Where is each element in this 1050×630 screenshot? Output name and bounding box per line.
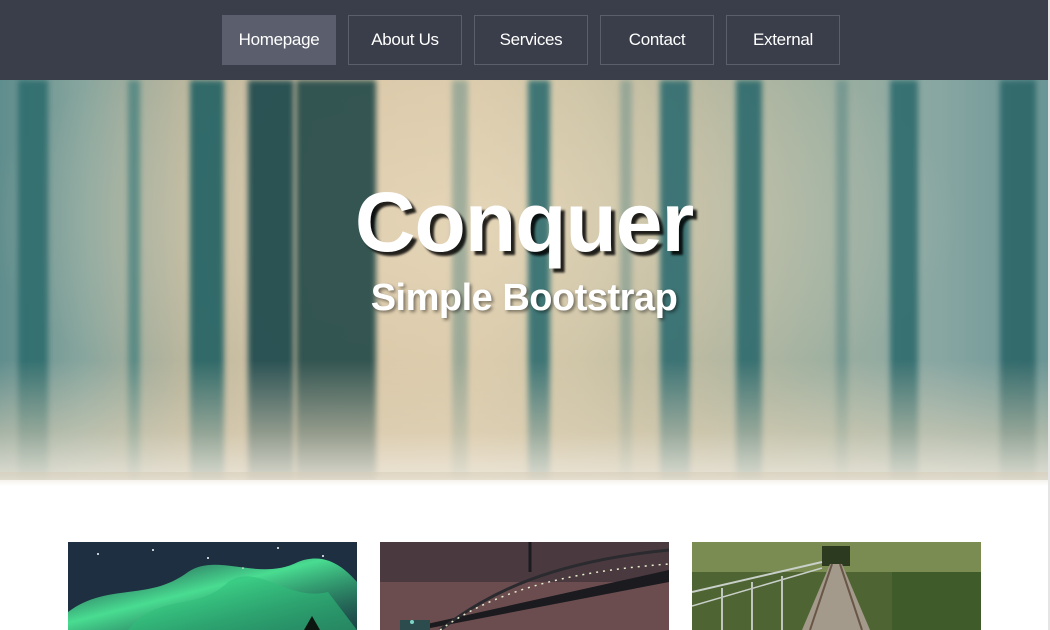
aurora-night-sky-image bbox=[68, 542, 357, 630]
gallery-bridge-image[interactable] bbox=[380, 542, 669, 630]
nav-item-services[interactable]: Services bbox=[474, 15, 588, 65]
hero-fog bbox=[0, 360, 1048, 480]
top-navbar: Homepage About Us Services Contact Exter… bbox=[0, 0, 1048, 80]
nav-item-external[interactable]: External bbox=[726, 15, 840, 65]
gallery-aurora-image[interactable] bbox=[68, 542, 357, 630]
gallery-railway-image[interactable] bbox=[692, 542, 981, 630]
hero-title: Conquer bbox=[354, 175, 694, 269]
hero-bottom-fade bbox=[0, 472, 1048, 486]
suspension-bridge-night-image bbox=[380, 542, 669, 630]
hero-subtitle: Simple Bootstrap bbox=[370, 277, 678, 319]
nav-item-contact[interactable]: Contact bbox=[600, 15, 714, 65]
nav-item-homepage[interactable]: Homepage bbox=[222, 15, 336, 65]
hero-banner: Conquer Simple Bootstrap bbox=[0, 80, 1048, 480]
nav-item-about-us[interactable]: About Us bbox=[348, 15, 462, 65]
railway-track-forest-image bbox=[692, 542, 981, 630]
nav-menu: Homepage About Us Services Contact Exter… bbox=[0, 15, 1048, 65]
